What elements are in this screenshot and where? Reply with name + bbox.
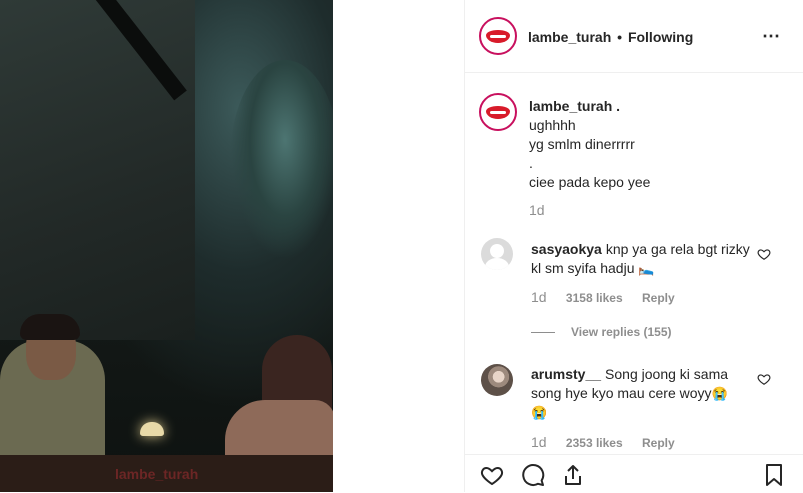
caption-author-avatar[interactable] — [479, 93, 517, 131]
like-comment-heart-icon[interactable] — [757, 247, 771, 261]
commenter-avatar[interactable] — [481, 364, 513, 396]
post-video[interactable]: lambe_turah — [0, 0, 333, 492]
post-header: lambe_turah • Following ⋯ — [465, 0, 803, 73]
crying-emoji: 😭 — [531, 405, 548, 420]
author-username-link[interactable]: lambe_turah — [528, 29, 611, 45]
comment-likes[interactable]: 3158 likes — [566, 291, 623, 305]
caption-username-link[interactable]: lambe_turah . — [529, 98, 620, 114]
commenter-username[interactable]: sasyaokya — [531, 241, 602, 257]
table-lamp — [140, 422, 164, 436]
comment-timestamp[interactable]: 1d — [531, 289, 547, 305]
following-button[interactable]: Following — [628, 29, 693, 45]
replies-line — [531, 332, 555, 334]
post-actions-bar — [465, 454, 803, 493]
separator-dot: • — [617, 29, 623, 45]
view-replies-button[interactable]: View replies (155) — [531, 325, 672, 339]
heart-icon[interactable] — [480, 463, 504, 487]
more-options-icon[interactable]: ⋯ — [762, 26, 781, 47]
video-watermark: lambe_turah — [115, 466, 199, 482]
comment-icon[interactable] — [521, 463, 545, 487]
caption-timestamp[interactable]: 1d — [529, 202, 545, 218]
lips-logo-icon — [486, 29, 510, 43]
bookmark-icon[interactable] — [762, 463, 786, 487]
comments-list[interactable]: lambe_turah . ughhhh yg smlm dinerrrrr .… — [465, 73, 803, 453]
like-comment-heart-icon[interactable] — [757, 372, 771, 386]
caption-text: ughhhh yg smlm dinerrrrr . ciee pada kep… — [529, 117, 651, 190]
reply-button[interactable]: Reply — [642, 436, 675, 450]
comment-meta: 1d 3158 likes Reply — [531, 289, 675, 305]
crying-emoji: 😭 — [711, 386, 728, 401]
comment-timestamp[interactable]: 1d — [531, 434, 547, 450]
man-hair — [20, 314, 80, 340]
commenter-username[interactable]: arumsty__ — [531, 366, 601, 382]
author-avatar[interactable] — [479, 17, 517, 55]
lips-logo-icon — [486, 105, 510, 119]
view-replies-label: View replies (155) — [571, 325, 672, 339]
comment-meta: 1d 2353 likes Reply — [531, 434, 675, 450]
comment-body: sasyaokya knp ya ga rela bgt rizky kl sm … — [531, 240, 753, 278]
comment-likes[interactable]: 2353 likes — [566, 436, 623, 450]
share-icon[interactable] — [561, 463, 585, 487]
post-side-panel: lambe_turah • Following ⋯ lambe_turah . … — [464, 0, 803, 493]
gutter — [333, 0, 464, 492]
reply-button[interactable]: Reply — [642, 291, 675, 305]
author-line: lambe_turah • Following — [528, 29, 693, 45]
commenter-avatar[interactable] — [481, 238, 513, 270]
sleeping-emoji: 🛌 — [638, 261, 655, 276]
background-plant — [230, 60, 333, 260]
background-wall — [0, 0, 195, 340]
comment-body: arumsty__ Song joong ki sama song hye kyo… — [531, 365, 753, 422]
